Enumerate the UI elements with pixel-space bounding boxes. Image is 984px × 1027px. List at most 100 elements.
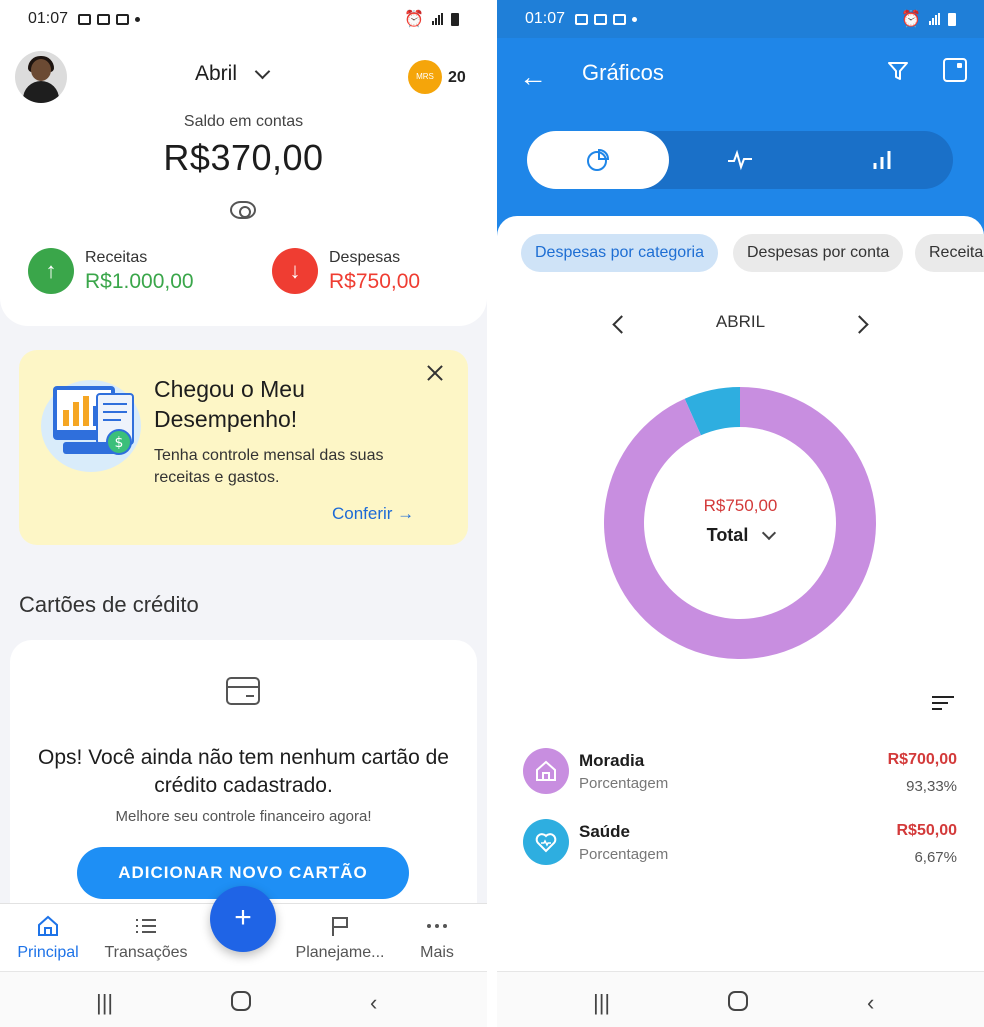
nav-item-transacoes[interactable]: Transações xyxy=(96,912,196,962)
arrow-up-icon: ↑ xyxy=(28,248,74,294)
system-icons: ⏰ xyxy=(404,9,459,29)
category-row-saude[interactable]: Saúde Porcentagem R$50,00 6,67% xyxy=(523,819,963,869)
bar-chart-icon xyxy=(873,151,891,169)
nav-item-planejamento[interactable]: Planejame... xyxy=(290,912,390,962)
rewards-badge-icon[interactable]: MRS xyxy=(408,60,442,94)
nav-item-principal[interactable]: Principal xyxy=(0,912,98,962)
expense-summary[interactable]: ↓ Despesas R$750,00 xyxy=(272,248,420,294)
recent-apps-icon[interactable]: ||| xyxy=(96,990,113,1016)
pie-chart-tab[interactable] xyxy=(527,131,669,189)
credit-card-icon xyxy=(226,677,260,705)
pie-chart-icon xyxy=(587,148,610,171)
nav-item-mais[interactable]: Mais xyxy=(387,912,487,962)
rewards-count: 20 xyxy=(448,69,466,86)
category-percent: 93,33% xyxy=(906,778,957,795)
list-icon xyxy=(96,912,196,940)
balance-label: Saldo em contas xyxy=(183,113,304,130)
app-notification-icon xyxy=(613,13,627,25)
signal-icon xyxy=(432,13,443,25)
category-sub: Porcentagem xyxy=(579,775,669,792)
category-sub: Porcentagem xyxy=(579,846,669,863)
category-percent: 6,67% xyxy=(914,849,957,866)
status-bar: 01:07 ⏰ xyxy=(0,0,487,38)
home-button-icon[interactable] xyxy=(230,990,252,1018)
system-navigation-bar: ||| ‹ xyxy=(0,971,487,1027)
home-screen: 01:07 ⏰ Abril MRS 20 Saldo em contas R$3… xyxy=(0,0,487,1027)
donut-total-label: Total xyxy=(706,525,749,545)
chip-receitas[interactable]: Receitas xyxy=(915,234,984,272)
charts-app-bar: ← Gráficos xyxy=(497,38,984,238)
signal-icon xyxy=(929,13,940,25)
alarm-icon: ⏰ xyxy=(901,11,921,28)
home-button-icon[interactable] xyxy=(727,990,749,1018)
nav-label: Mais xyxy=(420,944,454,961)
system-navigation-bar: ||| ‹ xyxy=(497,971,984,1027)
bar-chart-tab[interactable] xyxy=(811,131,953,189)
chip-despesas-categoria[interactable]: Despesas por categoria xyxy=(521,234,718,272)
chart-type-switcher xyxy=(527,131,953,189)
status-time: 01:07 xyxy=(525,10,566,27)
alarm-icon: ⏰ xyxy=(404,11,424,28)
donut-total-selector[interactable]: Total xyxy=(497,525,984,546)
status-time: 01:07 xyxy=(28,10,69,27)
donut-segment-moradia[interactable] xyxy=(604,387,876,659)
screenshot-canvas: 01:07 ⏰ Abril MRS 20 Saldo em contas R$3… xyxy=(0,0,984,1027)
add-transaction-button[interactable]: + xyxy=(210,886,276,952)
nav-label: Transações xyxy=(104,944,188,961)
filter-icon[interactable] xyxy=(887,60,909,82)
charts-screen: 01:07 ⏰ ← Gráficos Despesas por categori… xyxy=(497,0,984,1027)
battery-icon xyxy=(948,12,956,26)
line-chart-tab[interactable] xyxy=(669,131,811,189)
chip-despesas-conta[interactable]: Despesas por conta xyxy=(733,234,904,272)
nav-label: Planejame... xyxy=(295,944,385,961)
category-name: Moradia xyxy=(579,751,645,770)
arrow-down-icon: ↓ xyxy=(272,248,318,294)
category-row-moradia[interactable]: Moradia Porcentagem R$700,00 93,33% xyxy=(523,748,963,798)
promo-text: Tenha controle mensal das suas receitas … xyxy=(154,447,384,486)
performance-promo-card: $ Chegou o Meu Desempenho! Tenha control… xyxy=(19,350,468,545)
chevron-down-icon xyxy=(762,525,777,540)
sort-icon[interactable] xyxy=(932,696,954,714)
activity-icon xyxy=(728,149,752,171)
house-icon xyxy=(523,748,569,794)
panel-divider xyxy=(487,0,497,1027)
back-arrow-icon[interactable]: ← xyxy=(519,61,547,93)
notification-icons xyxy=(575,13,638,25)
income-value: R$1.000,00 xyxy=(85,269,194,293)
back-icon[interactable]: ‹ xyxy=(370,990,377,1016)
home-icon xyxy=(0,912,98,940)
income-label: Receitas xyxy=(85,248,148,266)
promo-conferir-link[interactable]: Conferir → xyxy=(332,504,414,524)
calendar-icon[interactable] xyxy=(943,58,967,82)
month-selector[interactable]: Abril xyxy=(195,62,271,86)
category-amount: R$700,00 xyxy=(887,751,957,768)
page-title: Gráficos xyxy=(582,60,664,85)
expense-label: Despesas xyxy=(329,248,401,266)
svg-text:$: $ xyxy=(115,435,124,451)
more-notifications-icon xyxy=(135,16,141,22)
balance-value: R$370,00 xyxy=(163,137,324,178)
empty-state-subtitle: Melhore seu controle financeiro agora! xyxy=(115,808,372,825)
month-label: ABRIL xyxy=(715,312,766,331)
promo-title: Chegou o Meu Desempenho! xyxy=(154,376,305,432)
month-label: Abril xyxy=(195,62,238,85)
more-icon xyxy=(387,912,487,940)
eye-icon[interactable] xyxy=(230,201,256,219)
balance-card: Abril MRS 20 Saldo em contas R$370,00 ↑ … xyxy=(0,38,487,326)
system-icons: ⏰ xyxy=(901,9,956,29)
income-summary[interactable]: ↑ Receitas R$1.000,00 xyxy=(28,248,194,294)
expense-donut-chart[interactable] xyxy=(595,378,885,668)
expense-value: R$750,00 xyxy=(329,269,421,293)
back-icon[interactable]: ‹ xyxy=(867,990,874,1016)
image-notification-icon xyxy=(575,13,589,25)
recent-apps-icon[interactable]: ||| xyxy=(593,990,610,1016)
nav-label: Principal xyxy=(17,944,79,961)
category-name: Saúde xyxy=(579,822,631,841)
donut-total-value: R$750,00 xyxy=(703,496,778,515)
close-icon[interactable] xyxy=(425,363,445,383)
avatar[interactable] xyxy=(15,51,67,103)
notification-icons xyxy=(78,13,141,25)
credit-cards-title: Cartões de crédito xyxy=(19,592,199,617)
chevron-down-icon xyxy=(254,63,271,79)
image-notification-icon xyxy=(78,13,92,25)
